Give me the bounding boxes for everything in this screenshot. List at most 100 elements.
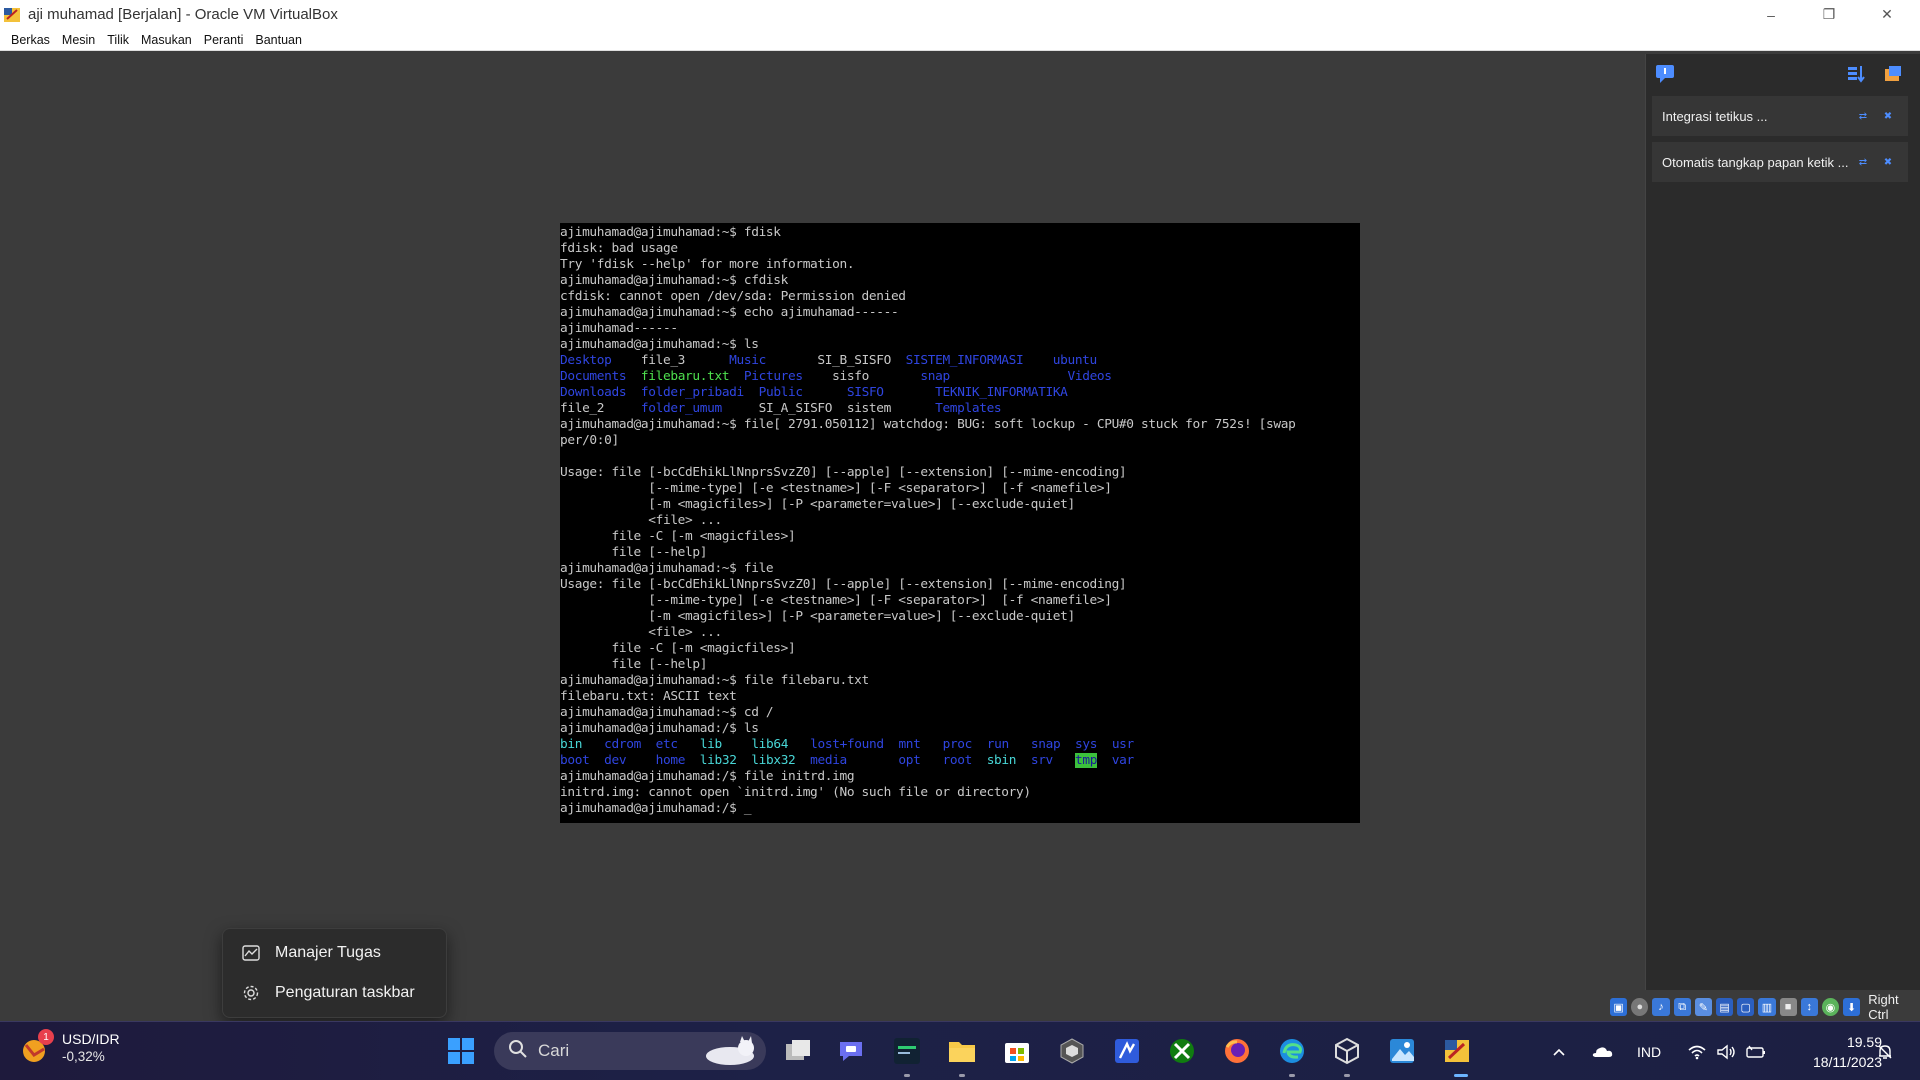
terminal-text: fdisk: bad usage bbox=[560, 241, 678, 256]
clear-all-icon[interactable] bbox=[1882, 63, 1904, 85]
notification-toggle-icon[interactable]: ⇄ bbox=[1856, 155, 1870, 169]
terminal-line: file -C [-m <magicfiles>] bbox=[560, 641, 1360, 657]
terminal-text: ajimuhamad@ajimuhamad:~$ file[ 2791.0501… bbox=[560, 417, 1296, 432]
terminal-line: boot dev home lib32 libx32 media opt roo… bbox=[560, 753, 1360, 769]
mouse-integration-icon[interactable]: ↕ bbox=[1800, 998, 1818, 1016]
language-indicator[interactable]: IND bbox=[1637, 1022, 1661, 1080]
menu-peranti[interactable]: Peranti bbox=[198, 33, 250, 47]
hard-disk-icon[interactable]: ▣ bbox=[1610, 998, 1628, 1016]
edge-icon[interactable] bbox=[1275, 1034, 1309, 1068]
virtualbox-manager-icon[interactable] bbox=[1330, 1034, 1364, 1068]
terminal-cursor: _ bbox=[743, 801, 752, 816]
guest-additions-icon[interactable]: ◉ bbox=[1821, 998, 1840, 1016]
notification-toggle-icon[interactable]: ⇄ bbox=[1856, 109, 1870, 123]
network-icon[interactable]: ⧉ bbox=[1673, 998, 1691, 1016]
show-hidden-icons-button[interactable] bbox=[1551, 1022, 1567, 1080]
usb-icon[interactable]: ✎ bbox=[1694, 998, 1712, 1016]
shared-folder-icon[interactable]: ▤ bbox=[1715, 998, 1734, 1016]
terminal-line: [--mime-type] [-e <testname>] [-F <separ… bbox=[560, 593, 1360, 609]
optical-drive-icon[interactable]: ● bbox=[1631, 998, 1649, 1016]
terminal-text: [-m <magicfiles>] [-P <parameter=value>]… bbox=[560, 497, 1075, 512]
taskbar-settings-label: Pengaturan taskbar bbox=[275, 984, 415, 1001]
terminal-text: srv bbox=[1030, 753, 1053, 768]
terminal-text: bin bbox=[560, 737, 583, 752]
wifi-icon[interactable] bbox=[1687, 1022, 1707, 1080]
notification-bell-icon[interactable] bbox=[1876, 1022, 1894, 1080]
firefox-icon[interactable] bbox=[1220, 1034, 1254, 1068]
menu-bar: Berkas Mesin Tilik Masukan Peranti Bantu… bbox=[0, 29, 1920, 51]
restore-button[interactable]: ❐ bbox=[1806, 0, 1852, 29]
notification-close-icon[interactable]: ✖ bbox=[1881, 109, 1895, 123]
terminal-line: per/0:0] bbox=[560, 433, 1360, 449]
video-capture-icon[interactable]: ▥ bbox=[1758, 998, 1776, 1016]
terminal-line: fdisk: bad usage bbox=[560, 241, 1360, 257]
taskbar-clock[interactable]: 19.59 18/11/2023 bbox=[1780, 1032, 1882, 1072]
host-key-label[interactable]: Right Ctrl bbox=[1868, 992, 1920, 1022]
message-icon[interactable] bbox=[1654, 63, 1676, 85]
task-view-icon[interactable] bbox=[781, 1034, 815, 1068]
minimize-button[interactable]: – bbox=[1748, 0, 1794, 29]
menu-masukan[interactable]: Masukan bbox=[135, 33, 198, 47]
start-button[interactable] bbox=[444, 1034, 478, 1068]
terminal-line: initrd.img: cannot open `initrd.img' (No… bbox=[560, 785, 1360, 801]
stock-widget[interactable]: 1 USD/IDR -0,32% bbox=[20, 1029, 120, 1066]
cpu-icon[interactable]: ■ bbox=[1779, 998, 1797, 1016]
terminal-line: Usage: file [-bcCdEhikLlNnprsSvzZ0] [--a… bbox=[560, 465, 1360, 481]
terminal-text: Try 'fdisk --help' for more information. bbox=[560, 257, 855, 272]
xbox-icon[interactable] bbox=[1165, 1034, 1199, 1068]
task-manager-menu-item[interactable]: Manajer Tugas bbox=[227, 933, 442, 973]
ide-app-icon[interactable] bbox=[890, 1034, 924, 1068]
running-indicator bbox=[959, 1074, 965, 1077]
terminal-text: ajimuhamad@ajimuhamad:/$ file initrd.img bbox=[560, 769, 855, 784]
terminal-text: ajimuhamad@ajimuhamad:~$ echo ajimuhamad… bbox=[560, 305, 899, 320]
terminal-text: dev bbox=[604, 753, 627, 768]
close-button[interactable]: ✕ bbox=[1864, 0, 1910, 29]
terminal-text: ajimuhamad@ajimuhamad:~$ file filebaru.t… bbox=[560, 673, 869, 688]
photos-app-icon[interactable] bbox=[1385, 1034, 1419, 1068]
file-explorer-icon[interactable] bbox=[945, 1034, 979, 1068]
battery-icon[interactable] bbox=[1745, 1022, 1767, 1080]
virtualbox-vm-icon[interactable] bbox=[1440, 1034, 1474, 1068]
taskbar-settings-menu-item[interactable]: Pengaturan taskbar bbox=[227, 973, 442, 1013]
terminal-line: ajimuhamad@ajimuhamad:/$ file initrd.img bbox=[560, 769, 1360, 785]
unity-hub-icon[interactable] bbox=[1055, 1034, 1089, 1068]
taskbar: 1 USD/IDR -0,32% Cari IND 19.59 18/11/20… bbox=[0, 1021, 1920, 1080]
window-title: aji muhamad [Berjalan] - Oracle VM Virtu… bbox=[28, 6, 338, 23]
display-icon[interactable]: ▢ bbox=[1737, 998, 1755, 1016]
vm-status-bar: ▣ ● ♪ ⧉ ✎ ▤ ▢ ▥ ■ ↕ ◉ ⬇ Right Ctrl bbox=[1610, 992, 1920, 1022]
menu-mesin[interactable]: Mesin bbox=[56, 33, 101, 47]
running-indicator bbox=[904, 1074, 910, 1077]
clock-date: 18/11/2023 bbox=[1812, 1054, 1882, 1070]
terminal-line: Try 'fdisk --help' for more information. bbox=[560, 257, 1360, 273]
terminal-line: ajimuhamad@ajimuhamad:~$ file bbox=[560, 561, 1360, 577]
menu-berkas[interactable]: Berkas bbox=[5, 33, 56, 47]
onedrive-icon[interactable] bbox=[1590, 1022, 1614, 1080]
volume-icon[interactable] bbox=[1716, 1022, 1736, 1080]
terminal-line: ajimuhamad@ajimuhamad:~$ cd / bbox=[560, 705, 1360, 721]
editor-app-icon[interactable] bbox=[1110, 1034, 1144, 1068]
keyboard-capture-icon[interactable]: ⬇ bbox=[1843, 998, 1861, 1016]
terminal-text: Public bbox=[758, 385, 803, 400]
terminal-text: [--mime-type] [-e <testname>] [-F <separ… bbox=[560, 593, 1112, 608]
menu-tilik[interactable]: Tilik bbox=[101, 33, 135, 47]
teams-chat-icon[interactable] bbox=[834, 1034, 868, 1068]
audio-icon[interactable]: ♪ bbox=[1652, 998, 1670, 1016]
sort-icon[interactable] bbox=[1846, 63, 1866, 85]
terminal-text: cfdisk: cannot open /dev/sda: Permission… bbox=[560, 289, 906, 304]
vm-terminal[interactable]: ajimuhamad@ajimuhamad:~$ fdisk fdisk: bad… bbox=[560, 223, 1360, 823]
menu-bantuan[interactable]: Bantuan bbox=[249, 33, 308, 47]
microsoft-store-icon[interactable] bbox=[1000, 1034, 1034, 1068]
notification-close-icon[interactable]: ✖ bbox=[1881, 155, 1895, 169]
notification-label: Otomatis tangkap papan ketik ... bbox=[1662, 154, 1849, 170]
taskbar-search[interactable]: Cari bbox=[494, 1032, 766, 1070]
